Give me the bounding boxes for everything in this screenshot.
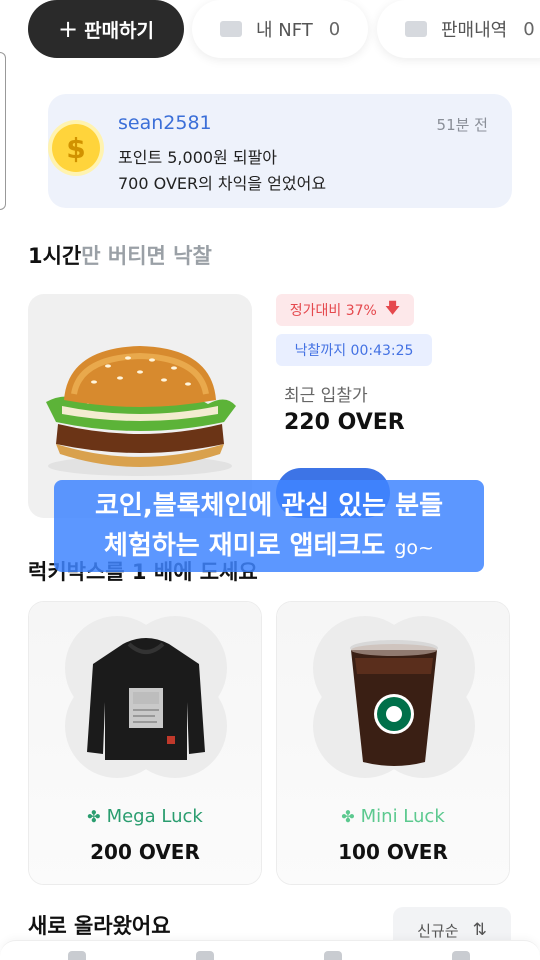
bottom-navigation bbox=[0, 940, 540, 960]
recent-bid-value: 220 OVER bbox=[284, 410, 405, 435]
nav-market-icon[interactable] bbox=[196, 951, 214, 960]
activity-notice-card[interactable]: sean2581 51분 전 포인트 5,000원 되팔아 700 OVER의 … bbox=[48, 94, 512, 208]
clover-backdrop-and-hoodie bbox=[65, 616, 227, 778]
clover-icon: ✤ bbox=[341, 807, 355, 826]
coin-icon: $ bbox=[52, 124, 100, 172]
auction-title-bold: 1시간 bbox=[28, 244, 82, 268]
auction-section-title: 1시간만 버티면 낙찰 bbox=[28, 240, 212, 270]
mini-luck-card[interactable]: ✤ Mini Luck 100 OVER bbox=[276, 601, 510, 885]
recent-bid-label: 최근 입찰가 bbox=[284, 386, 368, 406]
sell-button-label: 판매하기 bbox=[84, 19, 155, 42]
new-items-section-title: 새로 올라왔어요 bbox=[28, 914, 171, 938]
caption-line2: 체험하는 재미로 앱테크도 go~ bbox=[54, 526, 484, 568]
notice-username: sean2581 bbox=[118, 112, 212, 134]
auction-title-rest: 만 버티면 낙찰 bbox=[81, 244, 212, 268]
mega-luck-card[interactable]: ✤ Mega Luck 200 OVER bbox=[28, 601, 262, 885]
caption-line2-tail: go~ bbox=[394, 537, 434, 559]
my-nft-label: 내 NFT bbox=[256, 20, 313, 41]
sort-icon: ⇅ bbox=[472, 920, 487, 940]
sales-history-count: 0 bbox=[523, 18, 535, 40]
mini-luck-price: 100 OVER bbox=[338, 840, 448, 864]
countdown-badge: 낙찰까지 00:43:25 bbox=[276, 334, 432, 366]
video-caption-overlay: 코인,블록체인에 관심 있는 분들 체험하는 재미로 앱테크도 go~ bbox=[54, 480, 484, 572]
caption-line1: 코인,블록체인에 관심 있는 분들 bbox=[95, 491, 443, 521]
clover-backdrop-and-coffee bbox=[313, 616, 475, 778]
sales-history-tab[interactable]: 판매내역 0 bbox=[377, 0, 540, 58]
coin-symbol: $ bbox=[66, 131, 86, 165]
plus-icon: + bbox=[57, 15, 79, 43]
nav-home-icon[interactable] bbox=[68, 951, 86, 960]
caption-line2-text: 체험하는 재미로 앱테크도 bbox=[104, 531, 386, 561]
nav-profile-icon[interactable] bbox=[452, 951, 470, 960]
top-action-bar: + 판매하기 내 NFT 0 판매내역 0 bbox=[0, 0, 540, 70]
notice-message-line2: 700 OVER의 차익을 얻었어요 bbox=[118, 174, 327, 193]
ticket-icon bbox=[405, 21, 427, 37]
discount-text: 정가대비 37% bbox=[289, 303, 377, 319]
sort-label: 신규순 bbox=[417, 921, 459, 940]
notice-timestamp: 51분 전 bbox=[436, 116, 488, 134]
my-nft-count: 0 bbox=[328, 18, 341, 40]
mini-luck-tier: ✤ Mini Luck bbox=[277, 806, 509, 827]
sell-button[interactable]: + 판매하기 bbox=[28, 0, 184, 58]
sales-history-label: 판매내역 bbox=[441, 20, 508, 41]
mini-luck-label: Mini Luck bbox=[360, 806, 445, 827]
mega-luck-tier: ✤ Mega Luck bbox=[29, 806, 261, 827]
nav-search-icon[interactable] bbox=[324, 951, 342, 960]
side-drawer-handle[interactable] bbox=[0, 52, 6, 210]
mega-luck-price: 200 OVER bbox=[90, 840, 200, 864]
down-arrow-icon: 🡇 bbox=[384, 298, 401, 317]
my-nft-tab[interactable]: 내 NFT 0 bbox=[192, 0, 368, 58]
wallet-icon bbox=[220, 21, 242, 37]
discount-badge: 정가대비 37% 🡇 bbox=[276, 294, 414, 326]
clover-icon: ✤ bbox=[87, 807, 101, 826]
notice-message-line1: 포인트 5,000원 되팔아 bbox=[118, 148, 278, 167]
mega-luck-label: Mega Luck bbox=[106, 806, 203, 827]
